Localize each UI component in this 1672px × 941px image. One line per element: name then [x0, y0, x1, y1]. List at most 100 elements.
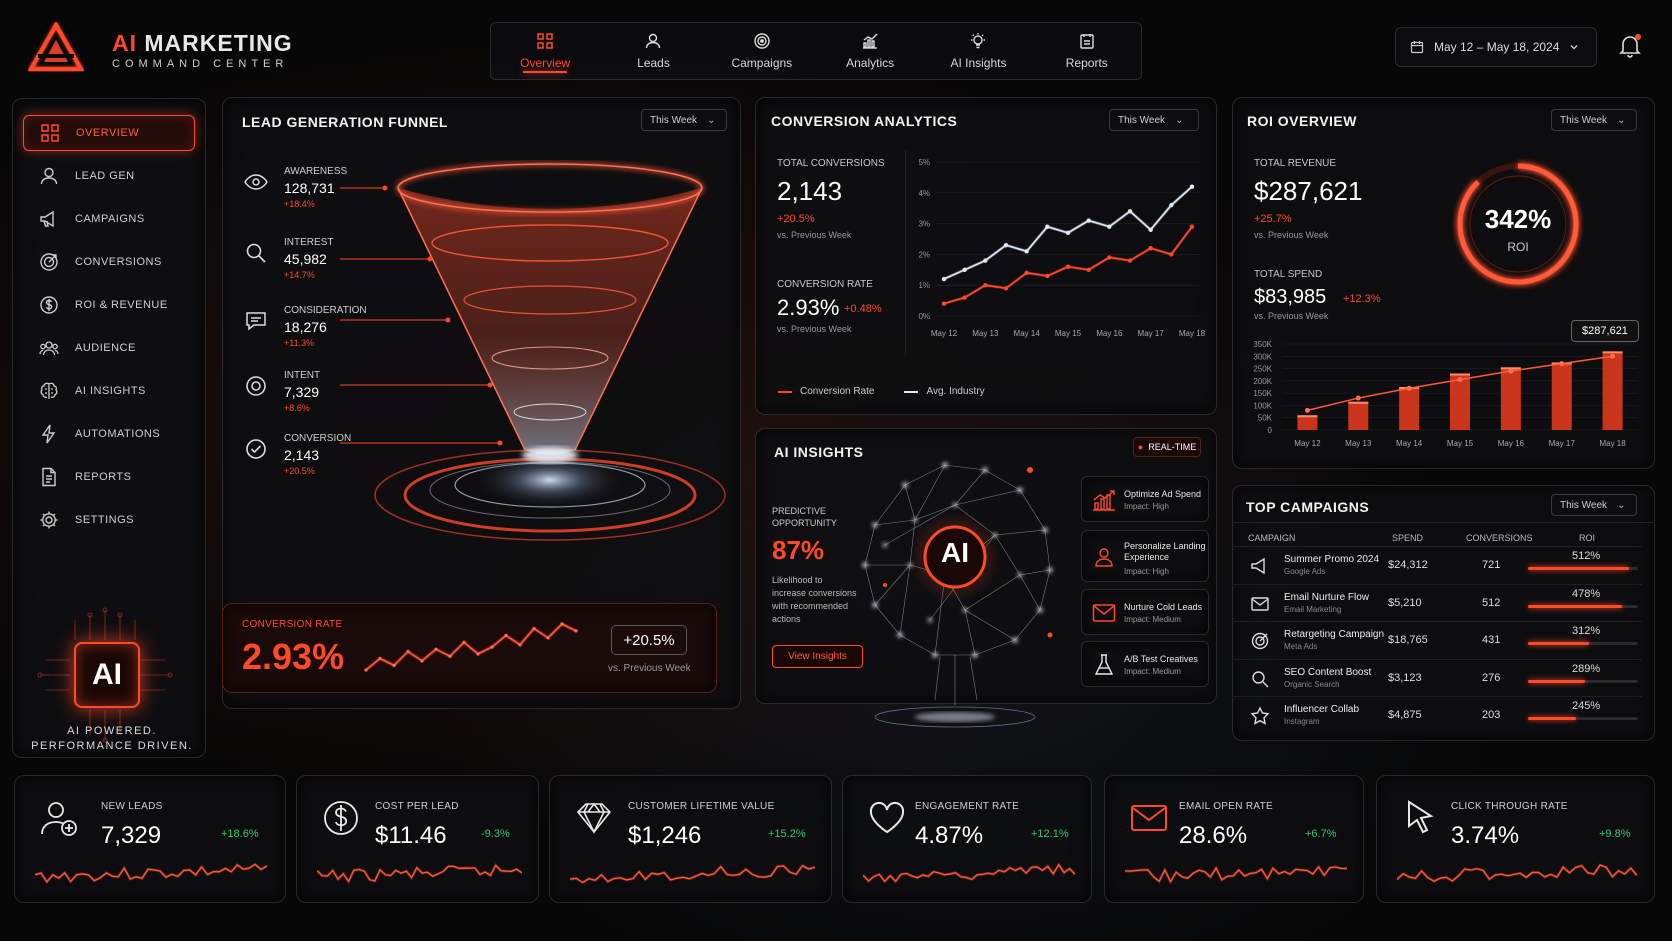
sidebar-item-ai-insights[interactable]: AI INSIGHTS	[23, 373, 195, 409]
notification-bell-icon[interactable]	[1618, 33, 1642, 59]
data-point	[1003, 242, 1009, 248]
spend-vs: vs. Previous Week	[1254, 311, 1329, 321]
tab-reports[interactable]: Reports	[1033, 23, 1141, 79]
data-point	[983, 283, 988, 288]
insight-card[interactable]: A/B Test Creatives Impact: Medium	[1081, 641, 1209, 687]
table-row[interactable]: Summer Promo 2024 Google Ads $24,312 721 512…	[1232, 546, 1642, 583]
x-tick-label: May 17	[1549, 439, 1576, 448]
sidebar-item-label: AI INSIGHTS	[75, 385, 146, 397]
heart-icon	[869, 801, 905, 834]
period-dropdown[interactable]: This Week ⌄	[1551, 109, 1637, 131]
x-tick-label: May 17	[1138, 329, 1165, 338]
stage-value: 18,276	[284, 319, 327, 335]
campaign-roi: 289%	[1572, 662, 1601, 675]
data-point	[962, 295, 967, 300]
table-row[interactable]: Retargeting Campaign Meta Ads $18,765 431 31…	[1232, 621, 1642, 658]
sidebar-item-roi-revenue[interactable]: ROI & REVENUE	[23, 287, 195, 323]
roi-bar-track	[1528, 567, 1638, 570]
insight-card[interactable]: Nurture Cold Leads Impact: Medium	[1081, 589, 1209, 635]
campaign-conversions: 431	[1482, 634, 1501, 646]
panel-title: LEAD GENERATION FUNNEL	[242, 114, 448, 130]
sidebar-item-conversions[interactable]: CONVERSIONS	[23, 244, 195, 280]
sidebar-item-automations[interactable]: AUTOMATIONS	[23, 416, 195, 452]
total-conversions-change: +20.5%	[777, 213, 815, 225]
sparkline-point	[420, 659, 424, 663]
tab-leads[interactable]: Leads	[599, 23, 707, 79]
target-icon	[246, 376, 266, 396]
tab-analytics[interactable]: Analytics	[816, 23, 924, 79]
roi-bar-fill	[1528, 717, 1577, 720]
y-tick-label: 3%	[918, 220, 930, 229]
data-point	[1045, 224, 1050, 229]
table-row[interactable]: Email Nurture Flow Email Marketing $5,210 5…	[1232, 583, 1642, 621]
campaign-spend: $5,210	[1388, 596, 1422, 609]
search-icon	[1252, 670, 1269, 687]
stage-change: +8.6%	[284, 403, 310, 413]
x-tick-label: May 14	[1014, 329, 1041, 338]
total-conversions-vs: vs. Previous Week	[777, 230, 852, 240]
revenue-bar-chart: 0 50K 100K 150K 200K 250K 300K 350K May 12 May 13…	[1253, 340, 1638, 448]
sparkline-point	[378, 656, 382, 661]
kpi-sparkline	[35, 862, 267, 885]
bar	[1348, 401, 1369, 430]
date-range-text: May 12 – May 18, 2024	[1434, 40, 1560, 54]
kpi-label: CUSTOMER LIFETIME VALUE	[628, 801, 775, 812]
roi-label: ROI	[1507, 240, 1529, 254]
tab-label: Reports	[1065, 56, 1108, 70]
y-tick-label: 300K	[1253, 352, 1272, 361]
stage-change: +18.4%	[284, 199, 315, 209]
kpi-sparkline	[570, 863, 815, 885]
bar	[1500, 367, 1521, 430]
total-conversions-label: TOTAL CONVERSIONS	[777, 158, 885, 169]
y-tick-label: 0	[1268, 426, 1273, 435]
sparkline-line	[1397, 864, 1637, 882]
campaign-channel: Instagram	[1284, 717, 1320, 726]
y-tick-label: 5%	[918, 158, 930, 167]
insight-card[interactable]: Optimize Ad Spend Impact: High	[1081, 476, 1209, 522]
trend-point	[1406, 385, 1412, 391]
x-tick-label: May 18	[1179, 329, 1206, 338]
kpi-change: +12.1%	[1031, 828, 1069, 840]
tab-campaigns[interactable]: Campaigns	[708, 23, 816, 79]
sidebar-item-campaigns[interactable]: CAMPAIGNS	[23, 201, 195, 237]
sidebar-item-overview[interactable]: OVERVIEW	[23, 115, 195, 151]
ai-core-label: AI	[941, 537, 969, 568]
star-icon	[1250, 706, 1270, 725]
period-dropdown[interactable]: This Week ⌄	[641, 109, 727, 131]
data-point	[1003, 286, 1009, 291]
period-dropdown[interactable]: This Week ⌄	[1551, 494, 1637, 516]
user-icon	[40, 167, 58, 185]
date-range-picker[interactable]: May 12 – May 18, 2024	[1395, 27, 1597, 67]
tagline-line-2: PERFORMANCE DRIVEN.	[31, 740, 193, 752]
audience-icon	[39, 341, 59, 356]
tab-ai-insights[interactable]: AI Insights	[924, 23, 1032, 79]
grid-icon	[537, 33, 553, 49]
kpi-value: 4.87%	[915, 822, 984, 849]
kpi-card-customer-lifetime-value: CUSTOMER LIFETIME VALUE $1,246 +15.2%	[549, 775, 832, 903]
sidebar-item-settings[interactable]: SETTINGS	[23, 502, 195, 538]
rate-label: CONVERSION RATE	[777, 279, 873, 290]
insight-card[interactable]: Personalize Landing Experience Impact: H…	[1081, 530, 1209, 582]
sidebar-item-lead-gen[interactable]: LEAD GEN	[23, 158, 195, 194]
dropdown-value: This Week	[1118, 114, 1166, 126]
x-tick-label: May 15	[1055, 329, 1082, 338]
roi-bar-track	[1528, 604, 1638, 608]
sidebar-item-reports[interactable]: REPORTS	[23, 459, 195, 495]
data-point	[1086, 267, 1091, 272]
sparkline-point	[448, 654, 452, 658]
tab-overview[interactable]: Overview	[491, 23, 599, 79]
x-tick-label: May 13	[972, 329, 999, 338]
table-row[interactable]: SEO Content Boost Organic Search $3,123 276…	[1232, 658, 1642, 696]
sparkline-point	[504, 633, 508, 638]
period-dropdown[interactable]: This Week ⌄	[1109, 109, 1199, 131]
data-point	[941, 276, 947, 282]
table-row[interactable]: Influencer Collab Instagram $4,875 203 245%	[1232, 696, 1642, 733]
bar	[1297, 415, 1318, 430]
sidebar-item-audience[interactable]: AUDIENCE	[23, 330, 195, 366]
bar	[1551, 362, 1572, 430]
cursor-icon	[1408, 800, 1434, 834]
target-icon	[40, 253, 58, 271]
x-tick-label: May 16	[1096, 329, 1123, 338]
sparkline-point	[462, 640, 466, 644]
target-icon	[1251, 632, 1269, 650]
